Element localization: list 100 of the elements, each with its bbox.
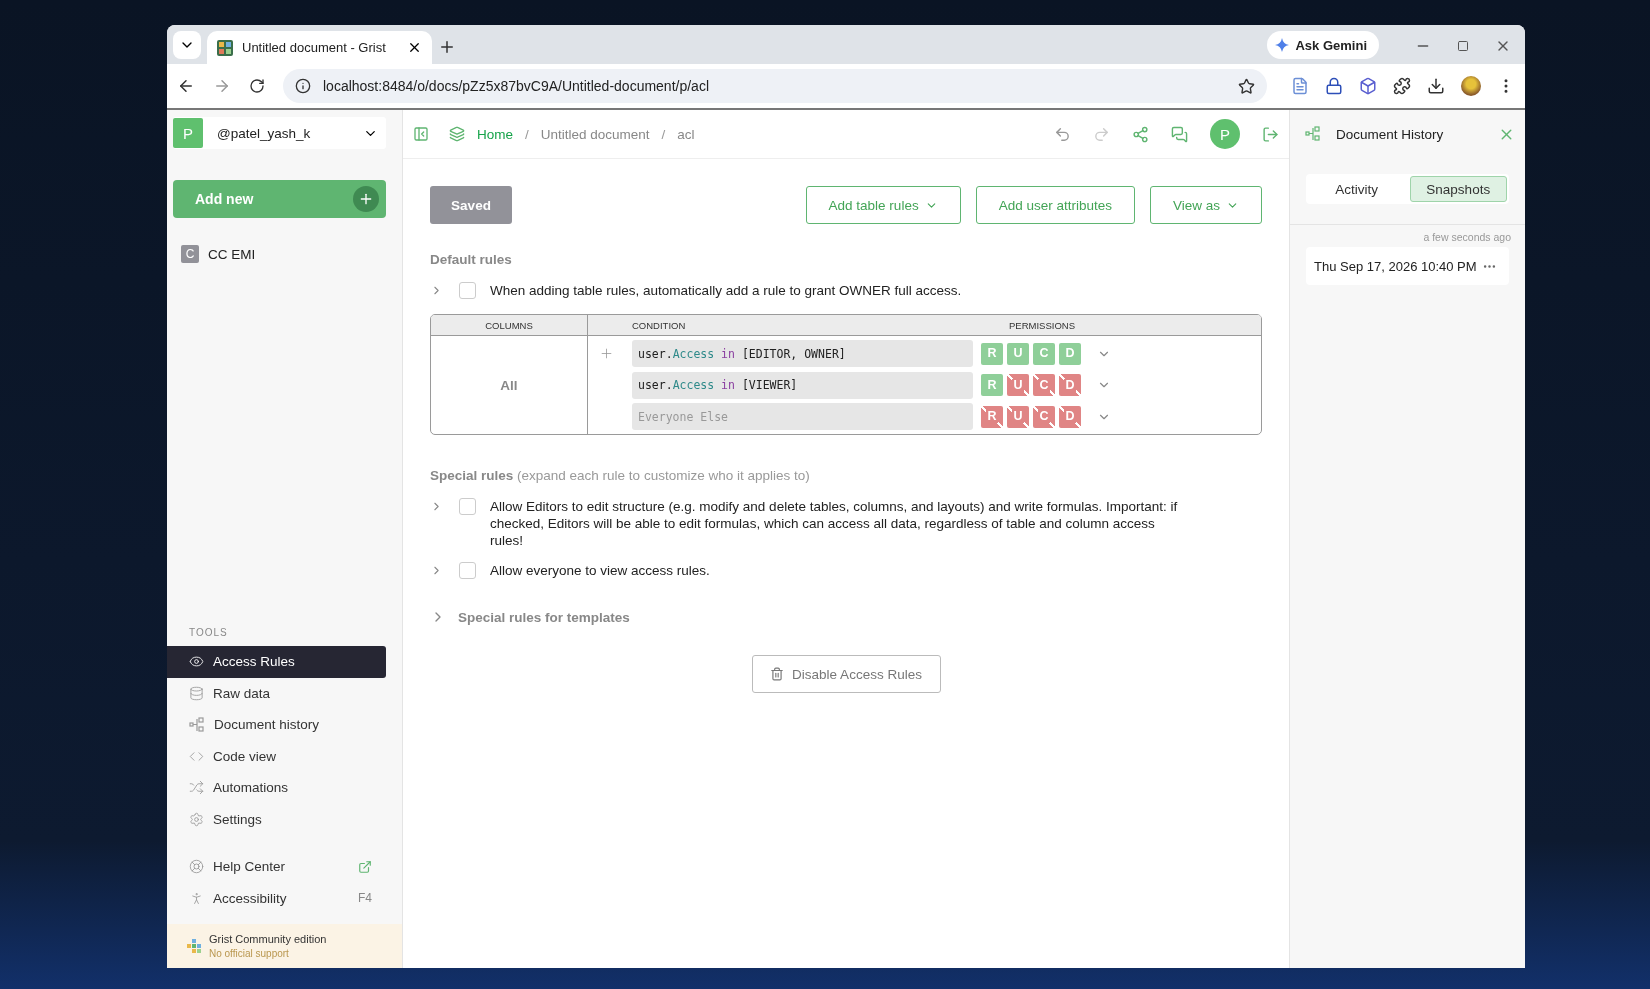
tool-item[interactable]: Raw data	[167, 677, 386, 709]
table-cell: All	[431, 336, 588, 434]
profile-avatar[interactable]	[1461, 76, 1481, 96]
action-button[interactable]: Add user attributes	[975, 186, 1135, 224]
condition-field[interactable]: user.Access in [EDITOR, OWNER]	[632, 340, 973, 367]
permission-toggle[interactable]: C	[1033, 405, 1055, 428]
gemini-button[interactable]: Ask Gemini	[1267, 31, 1379, 59]
url-text: localhost:8484/o/docs/pZz5x87bvC9A/Untitled-document/p/acl	[323, 78, 710, 94]
puzzle-icon[interactable]	[1393, 77, 1411, 95]
condition-field[interactable]: Everyone Else	[632, 403, 973, 430]
lifebuoy-icon	[189, 859, 204, 875]
undo-icon[interactable]	[1054, 125, 1071, 143]
maximize-icon[interactable]	[1457, 40, 1469, 52]
share-icon[interactable]	[1132, 125, 1149, 143]
checkbox[interactable]	[459, 498, 476, 515]
action-button[interactable]: View as	[1149, 186, 1262, 224]
forward-icon[interactable]	[213, 77, 231, 95]
permission-toggle[interactable]: R	[981, 405, 1003, 428]
permission-toggle[interactable]: D	[1059, 405, 1081, 428]
lock-icon[interactable]	[1325, 77, 1343, 95]
shuffle-icon	[189, 780, 204, 796]
bookmark-star-icon[interactable]	[1238, 77, 1255, 95]
account-name: @patel_yash_k	[216, 125, 312, 141]
saved-button[interactable]: Saved	[430, 186, 512, 224]
tool-item[interactable]: Automations	[167, 772, 386, 804]
condition-field[interactable]: user.Access in [VIEWER]	[632, 371, 973, 399]
permission-toggle[interactable]: U	[1007, 342, 1029, 365]
section-heading: Default rules	[430, 252, 513, 267]
breadcrumb-item: acl	[677, 126, 695, 142]
address-bar[interactable]: localhost:8484/o/docs/pZz5x87bvC9A/Untitled-document/p/acl	[283, 69, 1267, 103]
database-icon	[189, 685, 204, 701]
open-panel-icon[interactable]	[1262, 125, 1279, 143]
external-link-icon	[358, 859, 372, 874]
settings-icon	[189, 811, 204, 827]
permission-toggle[interactable]: U	[1007, 405, 1029, 428]
download-icon[interactable]	[1427, 77, 1445, 95]
action-button[interactable]: Add table rules	[805, 186, 961, 224]
browser-tab[interactable]: Untitled document - Grist	[207, 31, 432, 64]
option-label: When adding table rules, automatically add a rule to grant OWNER full access.	[490, 282, 962, 299]
tool-item[interactable]: Code view	[167, 740, 386, 772]
tool-item[interactable]: Document history	[167, 709, 386, 741]
timestamp: a few seconds ago	[1423, 231, 1511, 243]
collapse-panel-icon[interactable]	[413, 126, 429, 142]
breadcrumb-separator: /	[661, 126, 666, 142]
column-header: COLUMNS	[431, 315, 588, 336]
permission-toggle[interactable]: D	[1059, 374, 1081, 396]
panel-title: Document History	[1336, 126, 1445, 142]
edition-subtitle: No official support	[209, 948, 290, 959]
sparkle-icon	[1275, 38, 1290, 52]
account-avatar: P	[173, 118, 203, 148]
accessibility-icon	[189, 890, 204, 906]
permission-toggle[interactable]: D	[1059, 342, 1081, 365]
eye-icon	[189, 654, 204, 670]
section-heading: Special rules for templates	[458, 609, 630, 625]
reload-icon[interactable]	[249, 78, 265, 94]
permission-toggle[interactable]: R	[981, 374, 1003, 396]
back-icon[interactable]	[177, 77, 195, 95]
spreadsheet-icon	[217, 39, 233, 56]
tool-item[interactable]: Access Rules	[167, 646, 386, 678]
breadcrumb-item: Untitled document	[540, 126, 650, 142]
tab-title: Untitled document - Grist	[242, 40, 387, 55]
info-icon	[295, 78, 311, 94]
document-icon[interactable]	[1291, 77, 1309, 95]
comments-icon[interactable]	[1171, 125, 1188, 143]
checkbox[interactable]	[459, 562, 476, 579]
help-item[interactable]: Accessibility F4	[167, 882, 386, 914]
shortcut-key: F4	[358, 891, 372, 906]
help-item[interactable]: Help Center	[167, 851, 386, 883]
add-rule-icon[interactable]	[598, 346, 614, 361]
permission-toggle[interactable]: C	[1033, 374, 1055, 396]
add-new-button[interactable]: Add new	[173, 180, 386, 218]
history-icon	[1305, 126, 1321, 142]
page-initial: C	[181, 245, 199, 263]
logo-icon	[187, 939, 201, 953]
new-tab-icon[interactable]	[438, 38, 456, 56]
edition-title: Grist Community edition	[209, 933, 327, 945]
history-icon	[189, 716, 205, 733]
tool-item[interactable]: Settings	[167, 803, 386, 835]
account-selector[interactable]: P @patel_yash_k	[173, 117, 386, 149]
section-heading: Special rules (expand each rule to customize who it applies to)	[430, 468, 811, 483]
permission-toggle[interactable]: C	[1033, 342, 1055, 365]
tab[interactable]: Snapshots	[1409, 176, 1507, 202]
option-label: Allow everyone to view access rules.	[490, 562, 710, 579]
page-item[interactable]: CC EMI	[208, 246, 256, 262]
snapshot-item[interactable]: Thu Sep 17, 2026 10:40 PM	[1306, 247, 1509, 285]
user-avatar[interactable]: P	[1210, 119, 1240, 149]
disable-button[interactable]: Disable Access Rules	[751, 655, 941, 693]
section-heading: TOOLS	[189, 627, 229, 638]
trash-icon	[770, 667, 785, 681]
breadcrumb-item[interactable]: Home	[477, 126, 513, 142]
layers-icon	[449, 126, 465, 142]
tab-list-button[interactable]	[173, 31, 201, 59]
cube-icon[interactable]	[1359, 77, 1377, 95]
breadcrumb-separator: /	[525, 126, 529, 142]
option-label: Allow Editors to edit structure (e.g. modify and delete tables, columns, and layouts) and write formulas. Important: if checked, Editors will be able to edit formulas, which can access all data, regardless of table and column access rules!	[490, 498, 1179, 549]
checkbox[interactable]	[459, 282, 476, 299]
close-icon[interactable]	[407, 40, 422, 55]
permission-toggle[interactable]: R	[981, 342, 1003, 365]
permission-toggle[interactable]: U	[1007, 374, 1029, 396]
plus-icon	[353, 186, 379, 212]
